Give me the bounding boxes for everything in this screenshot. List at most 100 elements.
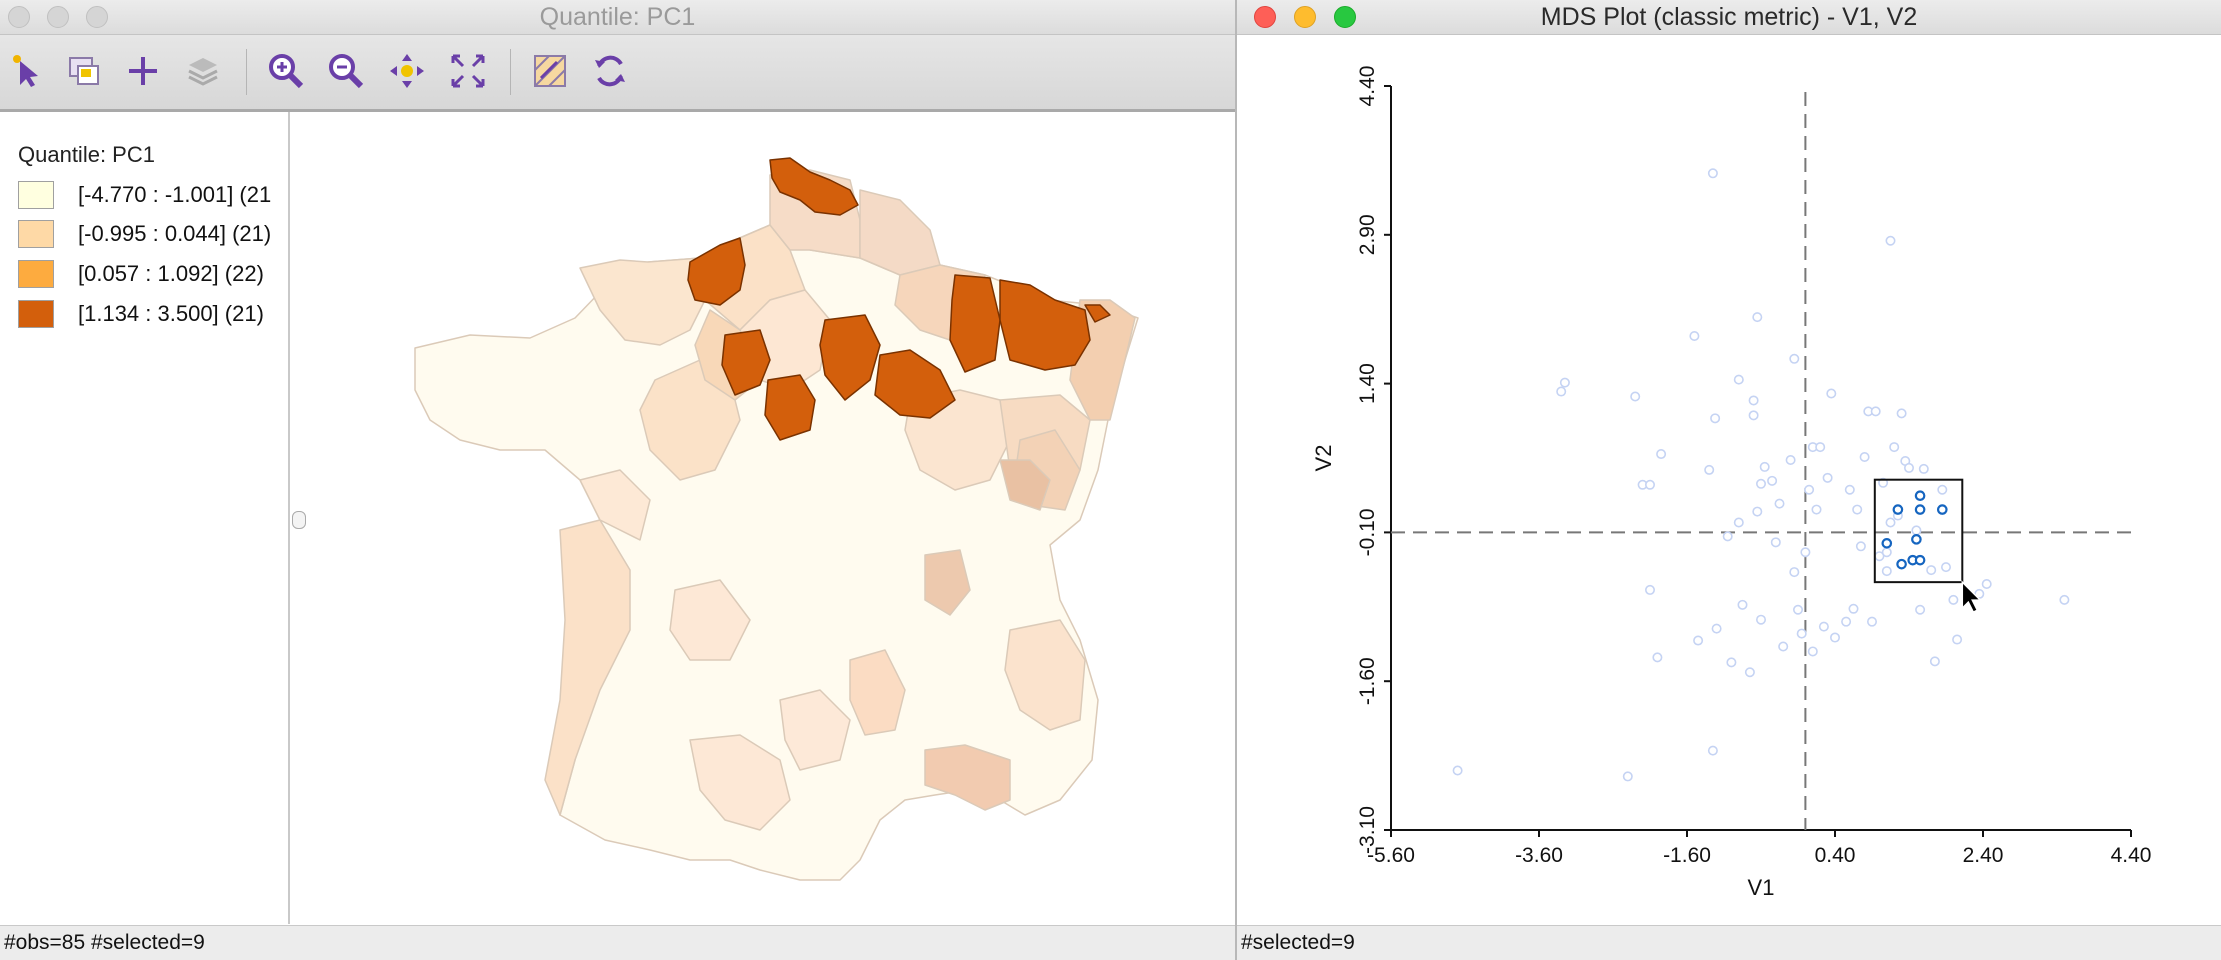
selected-point[interactable] (1914, 504, 1926, 515)
pan-icon[interactable] (385, 49, 429, 93)
close-button[interactable] (8, 6, 30, 28)
data-point[interactable] (1911, 525, 1922, 536)
selected-point[interactable] (1911, 534, 1922, 545)
data-point[interactable] (1722, 531, 1733, 542)
data-point[interactable] (1759, 461, 1770, 472)
selected-point[interactable] (1892, 504, 1904, 515)
data-point[interactable] (1556, 386, 1567, 397)
data-point[interactable] (1733, 517, 1744, 528)
data-point[interactable] (1770, 537, 1781, 548)
zoom-in-icon[interactable] (264, 49, 308, 93)
data-point[interactable] (1870, 406, 1881, 417)
zoom-out-icon[interactable] (324, 49, 368, 93)
data-point[interactable] (1767, 475, 1778, 486)
data-point[interactable] (2059, 594, 2070, 605)
minimize-button[interactable] (1294, 6, 1316, 28)
data-point[interactable] (1822, 472, 1833, 483)
data-point[interactable] (1859, 452, 1870, 463)
data-point[interactable] (1937, 484, 1948, 495)
data-point[interactable] (1811, 504, 1822, 515)
data-point[interactable] (1948, 594, 1959, 605)
data-point[interactable] (1693, 635, 1704, 646)
selected-point[interactable] (1936, 504, 1948, 515)
data-point[interactable] (1885, 517, 1896, 528)
data-point[interactable] (1774, 498, 1785, 509)
selected-point[interactable] (1881, 538, 1893, 549)
data-point[interactable] (1707, 168, 1718, 179)
data-point[interactable] (1789, 353, 1800, 364)
data-point[interactable] (1711, 623, 1722, 634)
fit-extent-icon[interactable] (446, 49, 490, 93)
data-point[interactable] (1789, 567, 1800, 578)
data-point[interactable] (1826, 388, 1837, 399)
data-point[interactable] (1881, 547, 1892, 558)
data-point[interactable] (1981, 578, 1992, 589)
data-point[interactable] (1778, 641, 1789, 652)
add-icon[interactable] (121, 49, 165, 93)
data-point[interactable] (1889, 442, 1900, 453)
data-point[interactable] (1792, 604, 1803, 615)
data-point[interactable] (1855, 541, 1866, 552)
data-point[interactable] (1755, 478, 1766, 489)
data-point[interactable] (1710, 413, 1721, 424)
zoom-button[interactable] (1334, 6, 1356, 28)
data-point[interactable] (1726, 657, 1737, 668)
choropleth-map[interactable] (308, 112, 1235, 924)
selected-point[interactable] (1914, 490, 1926, 501)
data-point[interactable] (1918, 463, 1929, 474)
data-point[interactable] (1807, 646, 1818, 657)
data-point[interactable] (1926, 565, 1937, 576)
data-point[interactable] (1952, 634, 1963, 645)
data-point[interactable] (1829, 632, 1840, 643)
data-point[interactable] (1815, 442, 1826, 453)
data-point[interactable] (1885, 235, 1896, 246)
data-point[interactable] (1844, 484, 1855, 495)
data-point[interactable] (1929, 656, 1940, 667)
splitter-handle[interactable] (292, 511, 306, 529)
data-point[interactable] (1903, 462, 1914, 473)
data-point[interactable] (1852, 504, 1863, 515)
data-point[interactable] (1689, 330, 1700, 341)
data-point[interactable] (1748, 410, 1759, 421)
data-point[interactable] (1841, 616, 1852, 627)
data-point[interactable] (1704, 464, 1715, 475)
data-point[interactable] (1752, 312, 1763, 323)
data-point[interactable] (1804, 484, 1815, 495)
data-point[interactable] (1452, 765, 1463, 776)
selected-point[interactable] (1914, 554, 1926, 566)
data-point[interactable] (1707, 745, 1718, 756)
data-point[interactable] (1733, 374, 1744, 385)
france-map[interactable] (308, 112, 1235, 924)
data-point[interactable] (1785, 454, 1796, 465)
data-point[interactable] (1796, 628, 1807, 639)
data-point[interactable] (1748, 395, 1759, 406)
data-point[interactable] (1800, 547, 1811, 558)
data-point[interactable] (1744, 667, 1755, 678)
data-point[interactable] (1896, 408, 1907, 419)
data-point[interactable] (1848, 603, 1859, 614)
data-point[interactable] (1644, 584, 1655, 595)
data-point[interactable] (1652, 652, 1663, 663)
select-shape-icon[interactable] (62, 49, 106, 93)
data-point[interactable] (1915, 604, 1926, 615)
data-point[interactable] (1737, 599, 1748, 610)
data-point[interactable] (1755, 614, 1766, 625)
data-point[interactable] (1881, 566, 1892, 577)
layers-icon[interactable] (181, 49, 225, 93)
data-point[interactable] (1644, 479, 1655, 490)
data-point[interactable] (1630, 391, 1641, 402)
minimize-button[interactable] (47, 6, 69, 28)
data-point[interactable] (1559, 377, 1570, 388)
zoom-button[interactable] (86, 6, 108, 28)
selected-point[interactable] (1896, 558, 1907, 570)
data-point[interactable] (1866, 616, 1877, 627)
close-button[interactable] (1254, 6, 1276, 28)
mds-scatter-plot[interactable]: -5.60 -3.60 -1.60 0.40 2.40 4.40-3.10-1.60-0.… (1237, 35, 2221, 925)
data-point[interactable] (1818, 621, 1829, 632)
data-point[interactable] (1752, 506, 1763, 517)
refresh-icon[interactable] (588, 49, 632, 93)
data-point[interactable] (1940, 562, 1951, 573)
select-pointer-icon[interactable] (4, 49, 48, 93)
map-brush-icon[interactable] (528, 49, 572, 93)
data-point[interactable] (1622, 771, 1633, 782)
